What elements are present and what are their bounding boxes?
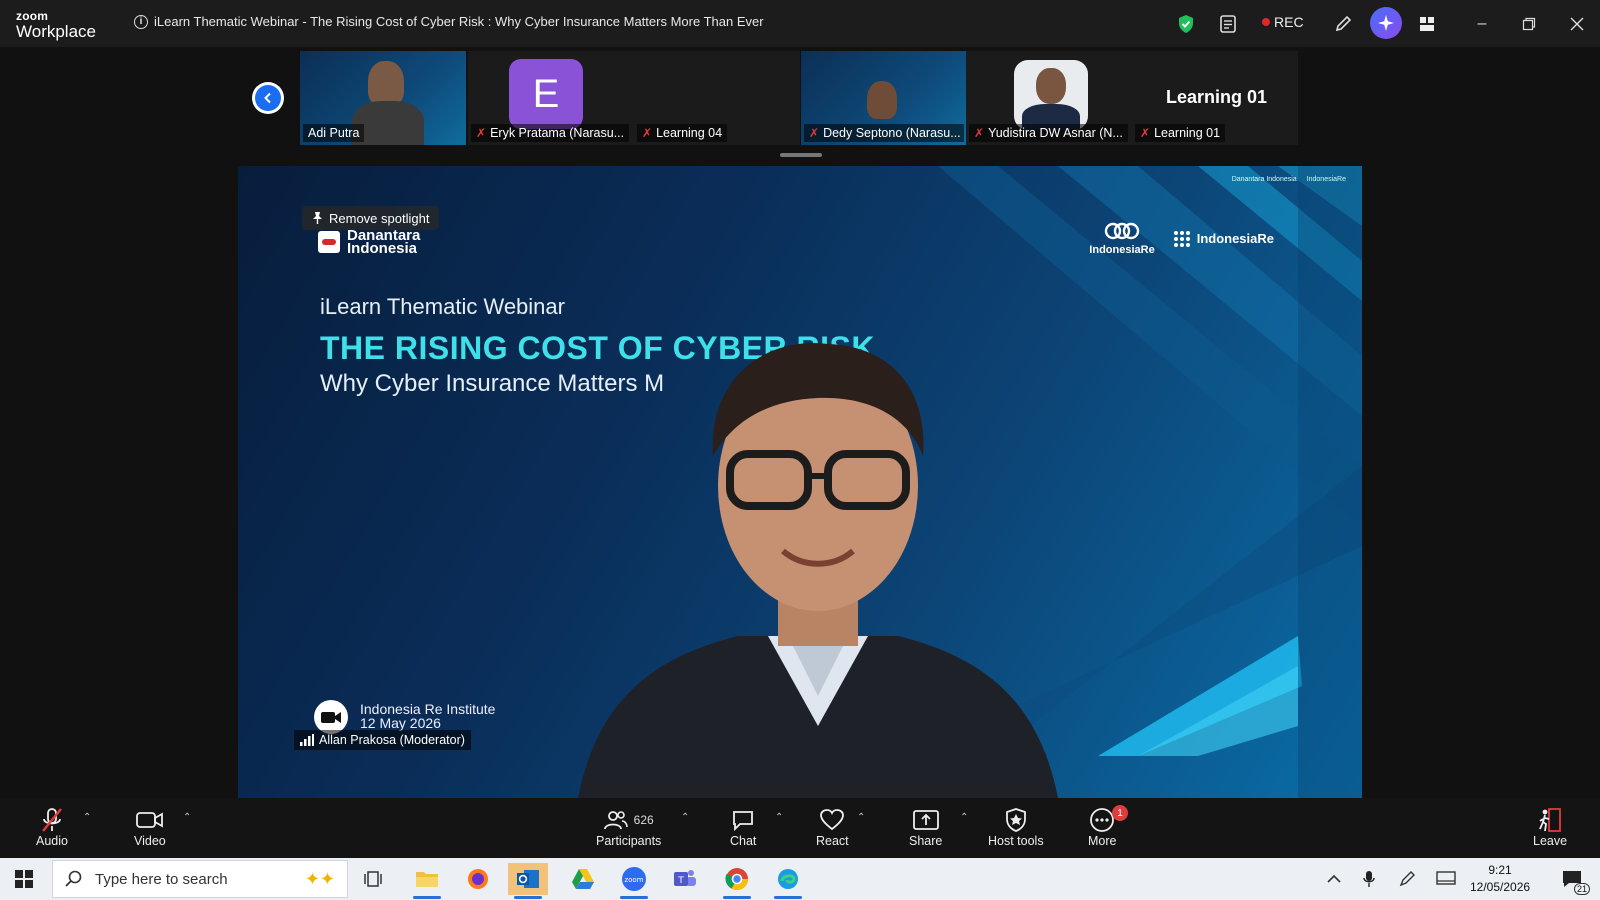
remove-spotlight-button[interactable]: Remove spotlight	[302, 206, 440, 230]
indonesiare-logos: IndonesiaRe IndonesiaRe	[1089, 221, 1274, 256]
speaker-video	[578, 342, 1058, 798]
microphone-tray-icon[interactable]	[1349, 863, 1389, 895]
indonesiare-mark-icon	[1104, 222, 1140, 240]
video-camera-icon	[135, 812, 163, 828]
leave-button[interactable]: Leave	[1533, 806, 1567, 848]
heart-icon	[820, 809, 845, 831]
filmstrip-previous-button[interactable]	[252, 82, 284, 114]
taskbar-clock[interactable]: 9:21 12/05/2026	[1470, 862, 1530, 896]
chrome-icon[interactable]	[717, 863, 757, 899]
participant-face	[867, 81, 897, 119]
pin-icon	[313, 212, 322, 224]
windows-taskbar: Type here to search ✦✦ zoom T 9:21 12/05	[0, 858, 1600, 900]
slide-footer: Indonesia Re Institute 12 May 2026	[360, 701, 496, 731]
participants-options-chevron-icon[interactable]: ⌃	[681, 812, 689, 823]
signal-strength-icon	[300, 734, 314, 746]
avatar	[1014, 60, 1088, 130]
participant-count: 626	[633, 813, 654, 827]
notes-icon[interactable]	[1216, 12, 1240, 36]
file-explorer-icon[interactable]	[407, 863, 447, 899]
video-tile-yudistira[interactable]: ✗ Yudistira DW Asnar (N...	[966, 51, 1132, 145]
spotlight-video[interactable]: Danantara Indonesia IndonesiaRe Danantar…	[238, 166, 1362, 798]
task-view-icon[interactable]	[354, 863, 394, 895]
taskbar-search-box[interactable]: Type here to search ✦✦	[52, 860, 348, 898]
mic-muted-icon: ✗	[809, 126, 820, 140]
participants-icon	[603, 811, 628, 830]
outlook-icon[interactable]	[508, 863, 548, 899]
recording-indicator[interactable]: REC	[1262, 14, 1304, 30]
info-icon[interactable]: i	[134, 14, 148, 29]
audio-button[interactable]: Audio	[36, 806, 68, 848]
show-hidden-icons-chevron-icon[interactable]	[1314, 863, 1354, 895]
dots-grid-icon	[1173, 230, 1190, 247]
host-tools-button[interactable]: Host tools	[988, 806, 1044, 848]
chat-button[interactable]: Chat	[730, 806, 756, 848]
video-options-chevron-icon[interactable]: ⌃	[183, 812, 191, 823]
video-tile-learning-01[interactable]: Learning 01 ✗ Learning 01	[1132, 51, 1298, 145]
danantara-mark-icon	[318, 231, 340, 253]
notification-count-badge: 21	[1573, 883, 1590, 895]
teams-icon[interactable]: T	[665, 863, 705, 895]
ai-companion-button[interactable]	[1370, 7, 1402, 39]
mic-muted-icon: ✗	[974, 126, 985, 140]
firefox-icon[interactable]	[458, 863, 498, 895]
zoom-app-icon[interactable]: zoom	[614, 863, 654, 899]
share-options-chevron-icon[interactable]: ⌃	[960, 812, 968, 823]
share-screen-icon	[912, 810, 939, 830]
mic-muted-icon: ✗	[1140, 126, 1151, 140]
edge-icon[interactable]	[768, 863, 808, 899]
share-button[interactable]: Share	[909, 806, 942, 848]
meeting-title: i iLearn Thematic Webinar - The Rising C…	[134, 14, 764, 29]
google-drive-icon[interactable]	[563, 863, 603, 895]
react-button[interactable]: React	[816, 806, 849, 848]
main-stage: Danantara Indonesia IndonesiaRe Danantar…	[0, 162, 1600, 798]
notifications-icon[interactable]: 21	[1552, 863, 1592, 895]
svg-text:T: T	[677, 876, 684, 886]
svg-text:zoom: zoom	[624, 876, 643, 884]
record-dot-icon	[1262, 18, 1270, 26]
shield-icon	[1005, 808, 1026, 832]
more-notification-badge: 1	[1112, 805, 1128, 821]
video-button[interactable]: Video	[134, 806, 166, 848]
avatar: E	[509, 59, 583, 129]
search-highlight-icon: ✦✦	[304, 868, 335, 889]
mic-muted-icon: ✗	[476, 126, 487, 140]
pen-tray-icon[interactable]	[1387, 863, 1427, 895]
video-tile-adi-putra[interactable]: Adi Putra	[300, 51, 466, 145]
video-tile-dedy-septono[interactable]: ✗ Dedy Septono (Narasu...	[801, 51, 967, 145]
minimize-icon[interactable]: –	[1470, 12, 1494, 36]
restore-icon[interactable]	[1517, 12, 1541, 36]
windows-start-icon[interactable]	[4, 863, 44, 895]
camera-logo-icon	[314, 700, 348, 734]
mic-muted-icon: ✗	[642, 126, 653, 140]
display-tray-icon[interactable]	[1426, 863, 1466, 895]
title-bar: zoom Workplace i iLearn Thematic Webinar…	[0, 0, 1600, 47]
video-tile-learning-04[interactable]: ✗ Learning 04	[634, 51, 800, 145]
mic-muted-icon	[42, 808, 62, 832]
chat-bubble-icon	[733, 811, 754, 832]
search-icon	[65, 870, 82, 887]
apps-grid-icon[interactable]	[1415, 12, 1439, 36]
audio-options-chevron-icon[interactable]: ⌃	[83, 812, 91, 823]
slide-subtitle: iLearn Thematic Webinar	[320, 294, 565, 319]
zoom-logo: zoom Workplace	[16, 9, 96, 41]
chat-options-chevron-icon[interactable]: ⌃	[775, 812, 783, 823]
participant-face	[368, 61, 404, 105]
filmstrip-resize-handle[interactable]	[780, 153, 822, 157]
leave-door-icon	[1539, 808, 1561, 832]
meeting-toolbar: Audio ⌃ Video ⌃ 626 Participants ⌃ Chat …	[0, 798, 1600, 858]
chevron-left-icon	[264, 92, 271, 104]
close-icon[interactable]	[1565, 12, 1589, 36]
react-options-chevron-icon[interactable]: ⌃	[857, 812, 865, 823]
participant-filmstrip: Adi Putra E ✗ Eryk Pratama (Narasu... ✗ Le…	[0, 47, 1600, 162]
speaker-name-label: Allan Prakosa (Moderator)	[294, 730, 471, 750]
annotate-pen-icon[interactable]	[1331, 12, 1355, 36]
video-tile-eryk-pratama[interactable]: E ✗ Eryk Pratama (Narasu...	[468, 51, 634, 145]
security-shield-icon[interactable]	[1174, 12, 1198, 36]
participants-button[interactable]: 626 Participants	[596, 806, 661, 848]
sparkle-icon	[1378, 15, 1394, 31]
slide-header-logos: Danantara Indonesia IndonesiaRe	[1231, 176, 1346, 183]
danantara-logo: Danantara Indonesia	[318, 228, 425, 256]
